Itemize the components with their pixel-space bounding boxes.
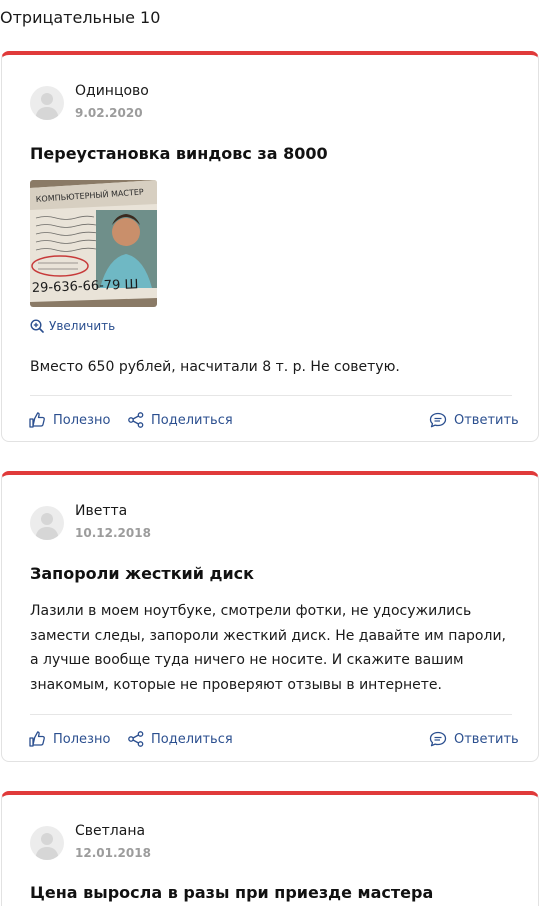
author-name[interactable]: Одинцово [75,83,149,99]
user-silhouette-icon [35,93,59,120]
avatar [30,826,64,860]
divider [30,714,512,715]
thumbs-up-icon [29,731,45,747]
divider [30,395,512,396]
review-card: Одинцово 9.02.2020 Переустановка виндовс… [1,51,539,442]
review-date: 9.02.2020 [75,106,143,120]
share-label: Поделиться [151,731,233,747]
comment-icon [429,731,447,747]
comment-icon [429,412,447,428]
review-title: Запороли жесткий диск [30,564,255,583]
author-name[interactable]: Иветта [75,503,127,519]
share-label: Поделиться [151,412,233,428]
zoom-in-icon [30,319,44,333]
user-silhouette-icon [35,833,59,860]
review-title: Переустановка виндовс за 8000 [30,144,328,163]
share-icon [128,731,144,747]
reply-label: Ответить [454,731,519,747]
author-name[interactable]: Светлана [75,823,145,839]
zoom-link[interactable]: Увеличить [30,319,115,333]
reply-label: Ответить [454,412,519,428]
review-card: Светлана 12.01.2018 Цена выросла в разы … [1,791,539,906]
review-date: 10.12.2018 [75,526,151,540]
helpful-button[interactable]: Полезно [29,412,110,428]
section-title: Отрицательные 10 [0,8,161,27]
reply-button[interactable]: Ответить [429,412,519,428]
user-silhouette-icon [35,513,59,540]
review-card: Иветта 10.12.2018 Запороли жесткий диск … [1,471,539,762]
share-button[interactable]: Поделиться [128,412,233,428]
review-photo[interactable]: КОМПЬЮТЕРНЫЙ МАСТЕР 29-636-66-79 Ш [30,180,157,307]
helpful-label: Полезно [53,731,111,747]
share-button[interactable]: Поделиться [128,731,233,747]
helpful-label: Полезно [53,412,111,428]
review-date: 12.01.2018 [75,846,151,860]
helpful-button[interactable]: Полезно [29,731,110,747]
review-text: Вместо 650 рублей, насчитали 8 т. р. Не … [30,359,400,375]
avatar [30,86,64,120]
review-title: Цена выросла в разы при приезде мастера [30,883,434,902]
reply-button[interactable]: Ответить [429,731,519,747]
avatar [30,506,64,540]
thumbs-up-icon [29,412,45,428]
zoom-label: Увеличить [49,319,116,333]
review-text: Лазили в моем ноутбуке, смотрели фотки, … [30,603,506,693]
share-icon [128,412,144,428]
